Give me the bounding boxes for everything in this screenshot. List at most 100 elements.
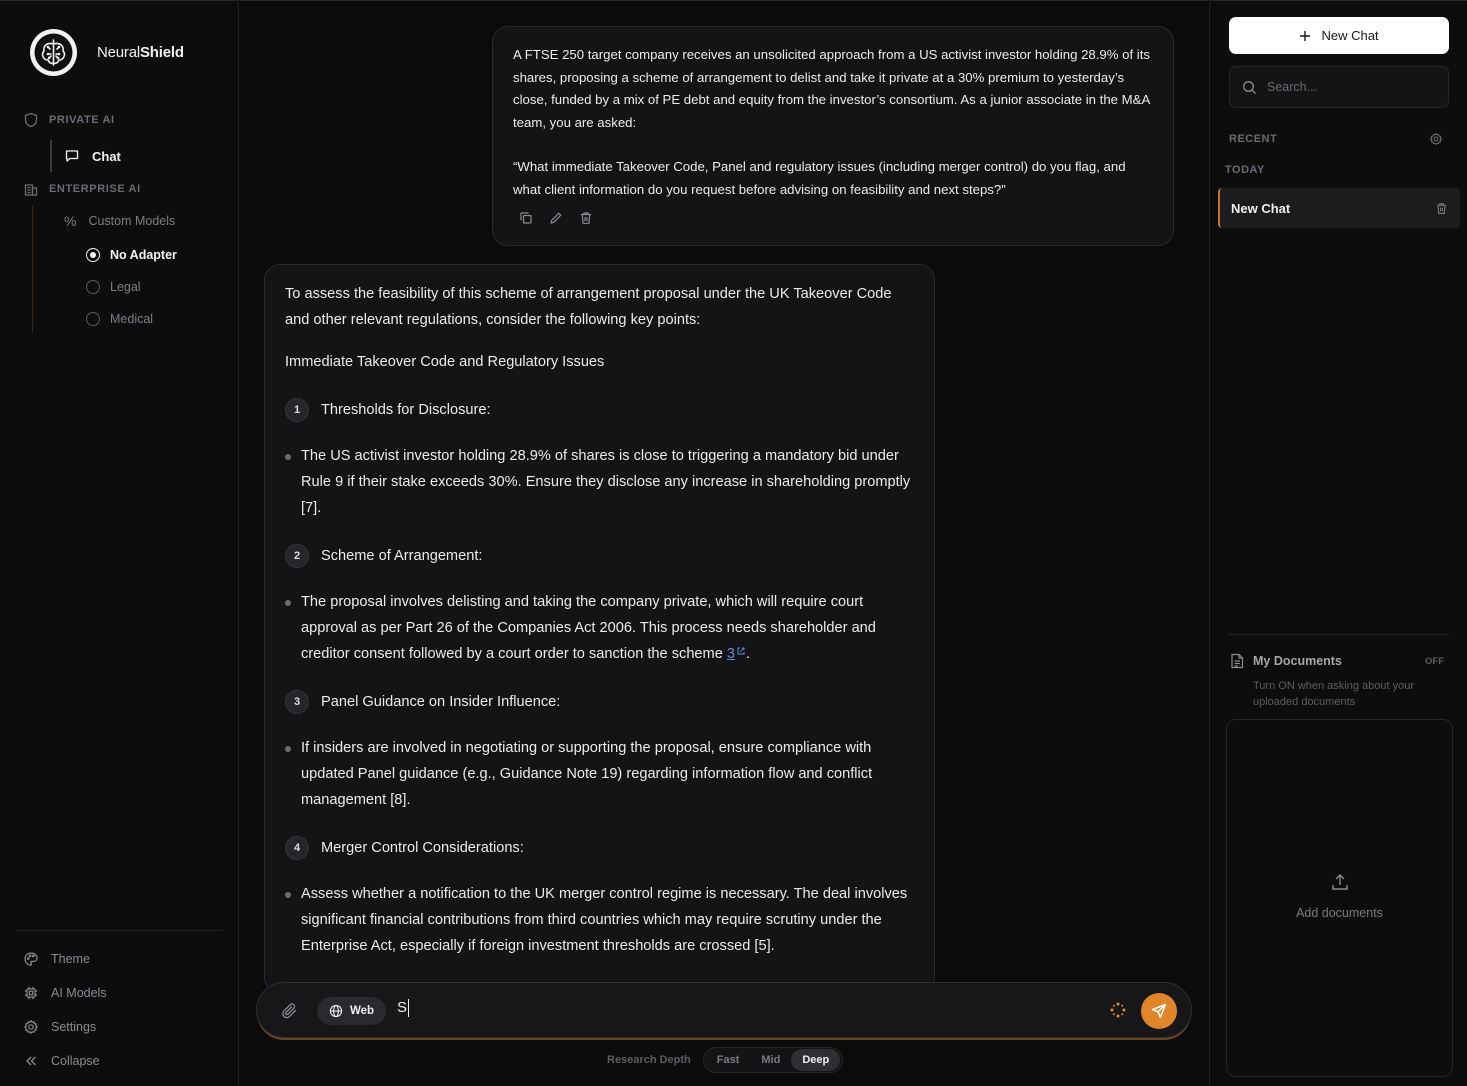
message-input-text: S xyxy=(397,999,408,1016)
web-search-toggle[interactable]: Web xyxy=(317,997,387,1025)
research-depth-selector: Fast Mid Deep xyxy=(702,1047,844,1073)
building-icon xyxy=(24,184,38,196)
chat-history-title: New Chat xyxy=(1231,200,1291,216)
left-sidebar: NeuralShield PRIVATE AI Chat ENTERPRISE … xyxy=(0,0,239,1086)
trash-icon[interactable] xyxy=(1435,202,1448,215)
depth-option-mid[interactable]: Mid xyxy=(750,1049,791,1071)
section-enterprise-ai-label: ENTERPRISE AI xyxy=(49,183,141,195)
footer-label: AI Models xyxy=(51,986,107,1000)
gear-icon[interactable] xyxy=(1429,132,1443,146)
my-documents-toggle[interactable]: OFF xyxy=(1425,656,1444,667)
user-message-paragraph: A FTSE 250 target company receives an un… xyxy=(513,47,1150,130)
section-enterprise-ai: ENTERPRISE AI xyxy=(23,181,141,197)
brand[interactable]: NeuralShield xyxy=(30,29,184,76)
section-private-ai: PRIVATE AI xyxy=(23,112,115,128)
brain-logo-icon xyxy=(30,29,77,76)
bullet-point: If insiders are involved in negotiating … xyxy=(285,735,914,813)
message-input[interactable]: S xyxy=(397,999,410,1018)
plus-icon xyxy=(1300,30,1311,41)
footer-label: Settings xyxy=(51,1020,97,1034)
bullet-dot xyxy=(285,454,291,460)
chat-bubble-icon xyxy=(65,150,79,162)
tree-line xyxy=(32,206,33,332)
research-depth: Research Depth Fast Mid Deep xyxy=(607,1047,844,1073)
external-link-icon[interactable] xyxy=(736,646,746,656)
sidebar-item-custom-models[interactable]: % Custom Models xyxy=(64,213,175,229)
numbered-item: 3 Panel Guidance on Insider Influence: xyxy=(285,689,914,715)
adapter-label: Legal xyxy=(110,280,141,294)
new-chat-button[interactable]: New Chat xyxy=(1229,17,1449,54)
upload-icon xyxy=(1331,874,1348,890)
pencil-icon[interactable] xyxy=(549,211,563,225)
globe-icon xyxy=(329,1004,343,1018)
depth-option-fast[interactable]: Fast xyxy=(706,1049,751,1071)
item-number: 4 xyxy=(285,836,309,860)
sidebar-footer-settings[interactable]: Settings xyxy=(23,1019,96,1035)
bullet-dot xyxy=(285,746,291,752)
bullet-point: The proposal involves delisting and taki… xyxy=(285,589,914,667)
bullet-dot xyxy=(285,600,291,606)
my-documents-title: My Documents xyxy=(1253,654,1342,668)
bullet-text: Assess whether a notification to the UK … xyxy=(301,886,908,954)
research-depth-label: Research Depth xyxy=(607,1054,691,1066)
my-documents-hint: Turn ON when asking about your uploaded … xyxy=(1253,680,1415,708)
sidebar-item-chat[interactable]: Chat xyxy=(50,140,220,172)
numbered-item: 2 Scheme of Arrangement: xyxy=(285,543,914,569)
dropzone-content: Add documents xyxy=(1227,872,1452,920)
sidebar-footer-collapse[interactable]: Collapse xyxy=(23,1053,100,1069)
search-icon xyxy=(1243,80,1256,94)
document-dropzone[interactable]: Add documents xyxy=(1226,719,1453,1077)
radio-icon xyxy=(86,280,100,294)
web-toggle-label: Web xyxy=(350,1005,375,1017)
right-panel: New Chat Search... RECENT TODAY New Chat… xyxy=(1209,0,1467,1086)
brand-prefix: Neural xyxy=(97,44,140,61)
add-documents-label: Add documents xyxy=(1296,906,1383,920)
adapter-option-no-adapter[interactable]: No Adapter xyxy=(86,248,177,262)
bullet-tail: . xyxy=(746,646,751,662)
brand-suffix: Shield xyxy=(140,44,184,61)
divider xyxy=(1228,634,1450,635)
user-message-paragraph: “What immediate Takeover Code, Panel and… xyxy=(513,159,1126,197)
sidebar-footer-ai-models[interactable]: AI Models xyxy=(23,985,107,1001)
chip-icon xyxy=(24,986,38,1000)
adapter-label: Medical xyxy=(110,312,154,326)
copy-icon[interactable] xyxy=(519,211,533,225)
divider xyxy=(16,930,222,931)
section-private-ai-label: PRIVATE AI xyxy=(49,114,115,126)
item-number: 1 xyxy=(285,398,309,422)
bullet-point: The US activist investor holding 28.9% o… xyxy=(285,443,914,521)
bullet-text-with-citation: The proposal involves delisting and taki… xyxy=(301,589,914,667)
palette-icon xyxy=(24,952,38,966)
adapter-label: No Adapter xyxy=(110,248,177,262)
trash-icon[interactable] xyxy=(579,211,593,225)
send-icon xyxy=(1151,1003,1167,1019)
brand-name: NeuralShield xyxy=(97,44,184,61)
message-composer[interactable]: Web S xyxy=(256,982,1192,1038)
bullet-text: The US activist investor holding 28.9% o… xyxy=(301,448,911,516)
adapter-option-medical[interactable]: Medical xyxy=(86,312,153,326)
paperclip-icon[interactable] xyxy=(281,1002,299,1020)
my-documents-header: My Documents OFF xyxy=(1230,653,1444,669)
document-icon xyxy=(1231,653,1244,669)
send-button[interactable] xyxy=(1141,993,1177,1029)
percent-icon: % xyxy=(64,213,77,229)
assistant-intro: To assess the feasibility of this scheme… xyxy=(285,286,892,328)
citation-link[interactable]: 3 xyxy=(727,646,735,662)
depth-option-deep[interactable]: Deep xyxy=(791,1049,841,1071)
item-title: Panel Guidance on Insider Influence: xyxy=(321,694,561,710)
search-input[interactable]: Search... xyxy=(1229,66,1449,108)
sidebar-footer-theme[interactable]: Theme xyxy=(23,951,90,967)
adapter-option-legal[interactable]: Legal xyxy=(86,280,141,294)
text-caret xyxy=(408,999,410,1018)
shield-icon xyxy=(24,112,38,128)
bullet-text: The proposal involves delisting and taki… xyxy=(301,594,876,662)
radio-selected-icon xyxy=(86,248,100,262)
item-title: Merger Control Considerations: xyxy=(321,840,524,856)
numbered-item: 4 Merger Control Considerations: xyxy=(285,835,914,861)
recent-header: RECENT xyxy=(1229,132,1443,146)
sidebar-item-chat-label: Chat xyxy=(92,148,121,164)
sparkle-dots-icon[interactable] xyxy=(1109,1001,1127,1019)
user-message: A FTSE 250 target company receives an un… xyxy=(492,26,1174,246)
chat-history-item[interactable]: New Chat xyxy=(1218,188,1460,228)
assistant-heading: Immediate Takeover Code and Regulatory I… xyxy=(285,354,605,370)
